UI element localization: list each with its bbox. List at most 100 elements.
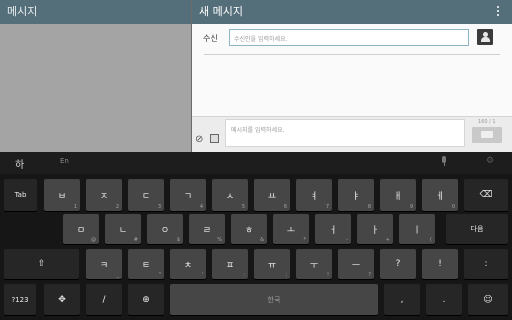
key-label: ㅜ — [309, 260, 319, 271]
key-label: ! — [438, 259, 442, 269]
key-label: ⊕ — [142, 294, 150, 305]
key-label: , — [400, 294, 404, 305]
key-eo[interactable]: ㅓ- — [315, 214, 351, 244]
key-label: ? — [395, 259, 401, 269]
key-cursor[interactable]: ✥ — [44, 284, 80, 315]
key-next[interactable]: 다음 — [446, 214, 508, 244]
key-label: ✥ — [58, 294, 66, 305]
key-secondary-label: ? — [368, 272, 371, 278]
microphone-icon[interactable] — [440, 156, 448, 168]
recipient-label: 수신 — [203, 34, 218, 43]
send-button[interactable] — [472, 127, 502, 143]
key-label: ㅛ — [267, 191, 277, 202]
key-yo[interactable]: ㅛ6 — [254, 179, 290, 211]
key-period[interactable]: . — [426, 284, 462, 315]
key-secondary-label: 1 — [73, 204, 77, 210]
key-label: ㅎ — [244, 225, 254, 236]
key-label: ⌫ — [479, 190, 493, 200]
key-secondary-label: + — [385, 237, 390, 243]
conversation-list-pane — [0, 24, 191, 152]
key-ya[interactable]: ㅑ8 — [338, 179, 374, 211]
key-m[interactable]: ㅁ @ — [63, 214, 99, 244]
key-shift[interactable]: ⇧ — [4, 249, 79, 279]
conversation-list-title: 메시지 — [7, 5, 38, 18]
key-label: ㅌ — [141, 260, 151, 271]
keyboard-language-en[interactable]: En — [60, 157, 69, 165]
key-backspace[interactable]: ⌫ — [464, 179, 508, 211]
key-label: ㄷ — [141, 191, 151, 202]
add-contact-button[interactable] — [477, 29, 493, 45]
key-emoji[interactable]: ☺ — [468, 284, 508, 315]
key-secondary-label: * — [303, 237, 307, 243]
attach-media-icon[interactable] — [210, 134, 219, 143]
key-i[interactable]: ㅣ( — [399, 214, 435, 244]
key-o[interactable]: ㅗ * — [273, 214, 309, 244]
key-u[interactable]: ㅜ! — [296, 249, 332, 279]
key-secondary-label: " — [158, 272, 161, 278]
key-label: ㅇ — [160, 225, 170, 236]
recipient-input[interactable]: 수신인을 입력하세요. — [229, 29, 469, 46]
keyboard-settings-icon[interactable]: ⚙ — [486, 156, 494, 166]
send-icon — [481, 131, 493, 138]
key-globe[interactable]: ⊕ — [128, 284, 164, 315]
key-secondary-label: 2 — [115, 204, 119, 210]
key-symbols[interactable]: ?123 — [4, 284, 36, 315]
key-ae[interactable]: ㅐ9 — [380, 179, 416, 211]
key-secondary-label: & — [260, 237, 264, 243]
key-label: ㅐ — [393, 191, 403, 202]
key-h[interactable]: ㅎ & — [231, 214, 267, 244]
key-secondary-label: 4 — [199, 204, 203, 210]
key-label: ㅠ — [267, 260, 277, 271]
key-label: ㅗ — [286, 225, 296, 236]
key-comma[interactable]: , — [384, 284, 420, 315]
key-k[interactable]: ㅋ _ — [86, 249, 122, 279]
key-d[interactable]: ㄷ3 — [128, 179, 164, 211]
space-language-label: 한국 — [267, 295, 281, 304]
key-label: Tab — [14, 191, 27, 199]
key-yu[interactable]: ㅠ; — [254, 249, 290, 279]
keyboard-suggestion-strip — [0, 152, 512, 174]
key-secondary-label: ' — [201, 272, 203, 278]
key-eu[interactable]: ㅡ? — [338, 249, 374, 279]
message-input[interactable]: 메시지를 입력하세요. — [225, 119, 465, 147]
key-label: ㄱ — [183, 191, 193, 202]
key-a[interactable]: ㅏ + — [357, 214, 393, 244]
key-ch[interactable]: ㅊ ' — [170, 249, 206, 279]
key-secondary-label: % — [217, 237, 222, 243]
key-secondary-label: # — [133, 237, 138, 243]
key-label: ㅡ — [351, 260, 361, 271]
key-label: ㅑ — [351, 191, 361, 202]
key-label: ㅂ — [57, 191, 67, 202]
character-counter: 160 / 1 — [478, 119, 496, 125]
key-t[interactable]: ㅌ " — [128, 249, 164, 279]
key-space[interactable]: 한국 — [170, 284, 378, 315]
key-e[interactable]: ㅔ0 — [422, 179, 458, 211]
key-label: ⇧ — [37, 259, 46, 269]
key-secondary-label: @ — [91, 237, 96, 243]
attach-icon[interactable]: ⊘ — [195, 134, 203, 145]
overflow-menu-icon[interactable] — [494, 4, 502, 20]
key-secondary-label: ( — [430, 237, 432, 243]
key-exclaim[interactable]: ! — [422, 249, 458, 279]
key-label: ☺ — [483, 294, 493, 305]
key-tab[interactable]: Tab — [4, 179, 37, 211]
key-label: / — [102, 294, 106, 305]
key-question[interactable]: ? — [380, 249, 416, 279]
key-slash[interactable]: / — [86, 284, 122, 315]
key-r[interactable]: ㄹ% — [189, 214, 225, 244]
key-j[interactable]: ㅈ2 — [86, 179, 122, 211]
key-n[interactable]: ㄴ # — [105, 214, 141, 244]
key-label: ㅋ — [99, 260, 109, 271]
key-label: ㅓ — [328, 225, 338, 236]
key-secondary-label: 5 — [241, 204, 245, 210]
key-g[interactable]: ㄱ4 — [170, 179, 206, 211]
key-colon[interactable]: : — [464, 249, 508, 279]
key-label: ㅊ — [183, 260, 193, 271]
key-b[interactable]: ㅂ1 — [44, 179, 80, 211]
key-ng[interactable]: ㅇ $ — [147, 214, 183, 244]
key-p[interactable]: ㅍ: — [212, 249, 248, 279]
key-s[interactable]: ㅅ5 — [212, 179, 248, 211]
keyboard-language-icon[interactable]: 하 — [15, 156, 24, 171]
key-secondary-label: ! — [326, 272, 329, 278]
key-yeo[interactable]: ㅕ7 — [296, 179, 332, 211]
